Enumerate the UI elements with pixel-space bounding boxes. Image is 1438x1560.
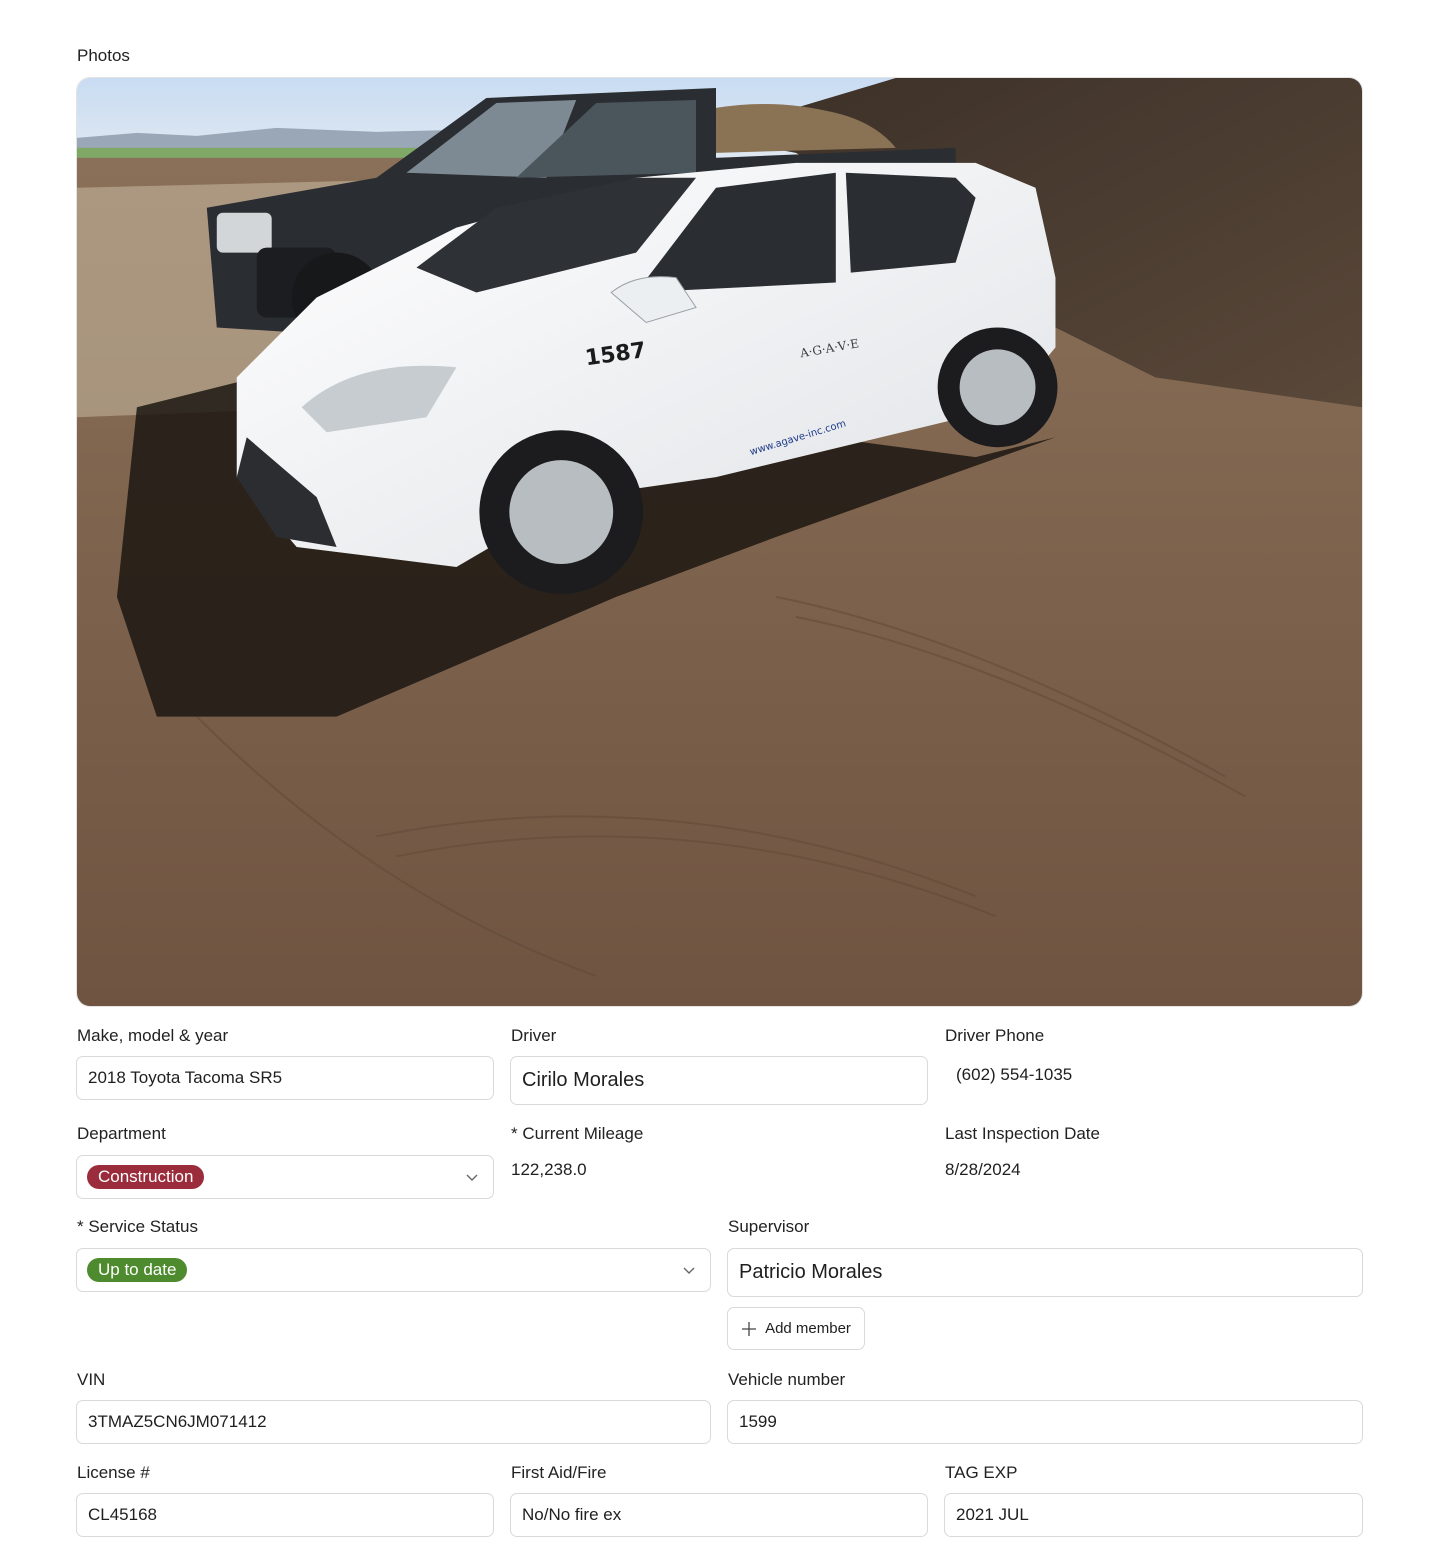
vehicle-photo-image: 1587 A·G·A·V·E www.agave-inc.com — [77, 78, 1362, 1006]
tag-exp-value: 2021 JUL — [956, 1505, 1029, 1524]
service-status-tag: Up to date — [87, 1258, 188, 1282]
driver-field[interactable]: Cirilo Morales — [510, 1056, 928, 1105]
label-last-inspection-date: Last Inspection Date — [945, 1124, 1100, 1143]
supervisor-value: Patricio Morales — [739, 1261, 883, 1283]
vin-value: 3TMAZ5CN6JM071412 — [88, 1412, 267, 1431]
label-driver: Driver — [511, 1026, 557, 1045]
label-service-status: * Service Status — [77, 1217, 198, 1236]
department-tag: Construction — [87, 1165, 205, 1189]
make-model-year-value: 2018 Toyota Tacoma SR5 — [88, 1068, 283, 1087]
driver-value: Cirilo Morales — [522, 1069, 645, 1091]
chevron-down-icon — [683, 1267, 695, 1274]
first-aid-fire-input[interactable]: No/No fire ex — [510, 1493, 928, 1537]
first-aid-fire-value: No/No fire ex — [522, 1505, 622, 1524]
label-first-aid-fire: First Aid/Fire — [511, 1463, 607, 1482]
plus-icon — [742, 1321, 757, 1336]
label-make-model-year: Make, model & year — [77, 1026, 229, 1045]
add-member-button[interactable]: Add member — [727, 1307, 865, 1350]
service-status-select[interactable]: Up to date — [76, 1248, 711, 1292]
label-current-mileage: * Current Mileage — [511, 1124, 644, 1143]
label-driver-phone: Driver Phone — [945, 1026, 1045, 1045]
label-vehicle-number: Vehicle number — [728, 1370, 846, 1389]
label-department: Department — [77, 1124, 166, 1143]
label-tag-exp: TAG EXP — [945, 1463, 1018, 1482]
vehicle-photo[interactable]: 1587 A·G·A·V·E www.agave-inc.com — [76, 77, 1363, 1007]
section-label-photos: Photos — [77, 46, 130, 65]
driver-phone-value[interactable]: (602) 554-1035 — [956, 1065, 1072, 1085]
department-select[interactable]: Construction — [76, 1155, 494, 1199]
add-member-label: Add member — [765, 1320, 851, 1337]
vehicle-number-input[interactable]: 1599 — [727, 1400, 1363, 1444]
license-value: CL45168 — [88, 1505, 158, 1524]
label-license: License # — [77, 1463, 150, 1482]
supervisor-field[interactable]: Patricio Morales — [727, 1248, 1363, 1297]
last-inspection-date-value[interactable]: 8/28/2024 — [945, 1160, 1021, 1180]
license-input[interactable]: CL45168 — [76, 1493, 494, 1537]
tag-exp-input[interactable]: 2021 JUL — [944, 1493, 1363, 1537]
vin-input[interactable]: 3TMAZ5CN6JM071412 — [76, 1400, 711, 1444]
label-vin: VIN — [77, 1370, 106, 1389]
label-supervisor: Supervisor — [728, 1217, 810, 1236]
vehicle-number-value: 1599 — [739, 1412, 777, 1431]
make-model-year-input[interactable]: 2018 Toyota Tacoma SR5 — [76, 1056, 494, 1100]
current-mileage-value[interactable]: 122,238.0 — [511, 1160, 587, 1180]
chevron-down-icon — [466, 1174, 478, 1181]
